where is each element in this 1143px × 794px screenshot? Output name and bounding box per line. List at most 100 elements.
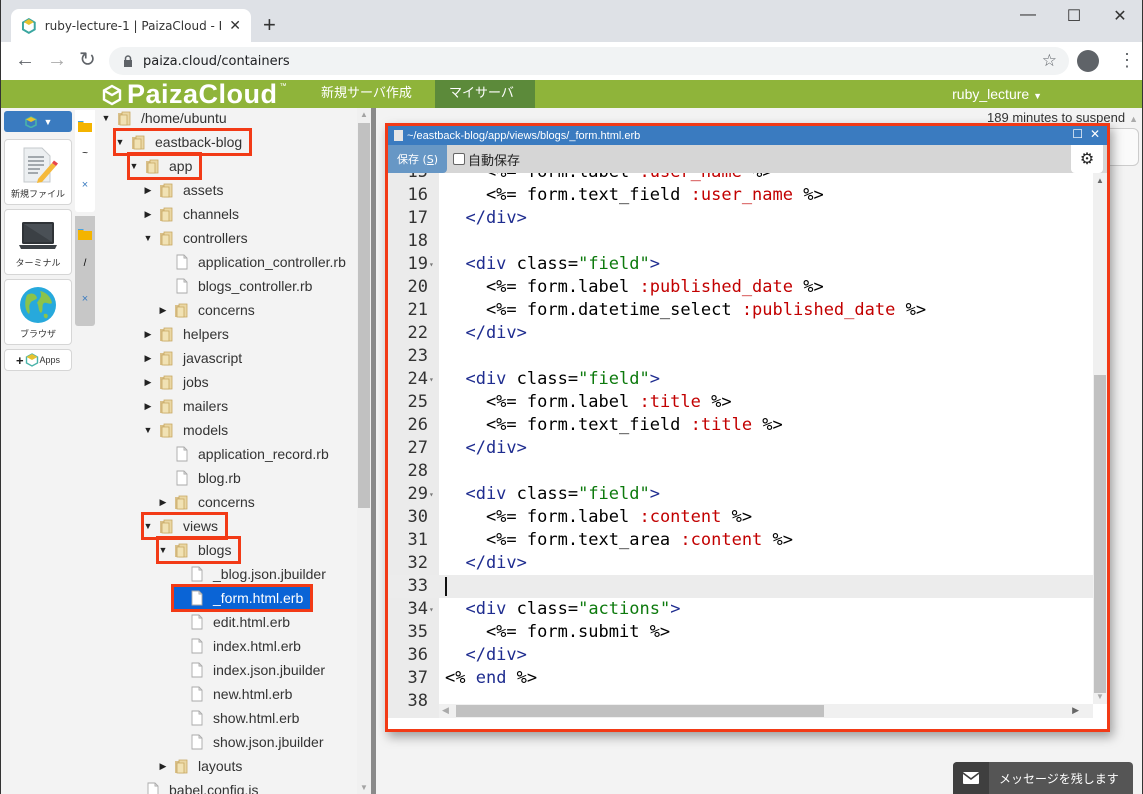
tree-folder[interactable]: ▶ channels bbox=[143, 202, 247, 226]
tree-folder[interactable]: ▼ controllers bbox=[143, 226, 256, 250]
code-line[interactable]: 22 </div> bbox=[388, 322, 1093, 345]
tree-file[interactable]: blog.rb bbox=[158, 466, 249, 490]
tree-folder[interactable]: ▼ app bbox=[126, 152, 203, 180]
maximize-button[interactable]: ☐ bbox=[1051, 6, 1097, 26]
project-menu-button[interactable]: ▼ bbox=[4, 111, 72, 132]
forward-button[interactable]: → bbox=[47, 50, 67, 70]
code-line[interactable]: 37 <% end %> bbox=[388, 667, 1093, 690]
scroll-up-icon[interactable]: ▲ bbox=[1096, 176, 1104, 185]
code-line[interactable]: 23 bbox=[388, 345, 1093, 368]
collapsed-caret-icon[interactable]: ▶ bbox=[143, 377, 153, 388]
expanded-caret-icon[interactable]: ▼ bbox=[143, 233, 153, 243]
code-line[interactable]: 30 <%= form.label :content %> bbox=[388, 506, 1093, 529]
code-line[interactable]: 29 ▾ <div class="field"> bbox=[388, 483, 1093, 506]
tree-file[interactable]: application_record.rb bbox=[158, 442, 337, 466]
expanded-caret-icon[interactable]: ▼ bbox=[143, 521, 153, 531]
expanded-caret-icon[interactable]: ▼ bbox=[115, 137, 125, 147]
scrollbar-thumb[interactable] bbox=[358, 123, 370, 508]
tree-folder[interactable]: ▶ javascript bbox=[143, 346, 250, 370]
tree-file[interactable]: index.html.erb bbox=[173, 634, 309, 658]
tree-folder[interactable]: ▶ mailers bbox=[143, 394, 236, 418]
file-tree-scrollbar[interactable]: ▲ ▼ bbox=[357, 108, 371, 794]
tree-file[interactable]: application_controller.rb bbox=[158, 250, 354, 274]
url-input[interactable]: paiza.cloud/containers ☆ bbox=[109, 47, 1069, 75]
browser-button[interactable]: ブラウザ bbox=[4, 279, 72, 345]
tree-file[interactable]: new.html.erb bbox=[173, 682, 300, 706]
code-line[interactable]: 17 </div> bbox=[388, 207, 1093, 230]
user-menu[interactable]: ruby_lecture ▼ bbox=[952, 80, 1042, 108]
new-tab-button[interactable]: + bbox=[263, 14, 276, 36]
nav-my-server[interactable]: マイサーバ bbox=[435, 80, 535, 108]
close-tab-icon[interactable]: × bbox=[82, 179, 88, 191]
tree-folder[interactable]: ▼ /home/ubuntu bbox=[101, 108, 235, 130]
tree-file[interactable]: babel.config.js bbox=[129, 778, 267, 794]
autosave-toggle[interactable]: 自動保存 bbox=[453, 150, 520, 169]
fold-toggle-icon[interactable]: ▾ bbox=[429, 483, 434, 506]
tree-folder[interactable]: ▶ assets bbox=[143, 178, 231, 202]
tree-file[interactable]: show.json.jbuilder bbox=[173, 730, 332, 754]
tree-file[interactable]: edit.html.erb bbox=[173, 610, 298, 634]
collapsed-caret-icon[interactable]: ▶ bbox=[143, 401, 153, 412]
profile-avatar-icon[interactable] bbox=[1077, 50, 1099, 72]
close-editor-button[interactable]: ✕ bbox=[1090, 127, 1100, 141]
collapsed-caret-icon[interactable]: ▶ bbox=[143, 185, 153, 196]
code-line[interactable]: 31 <%= form.text_area :content %> bbox=[388, 529, 1093, 552]
save-button[interactable]: 保存 (S) bbox=[388, 145, 447, 173]
tree-folder[interactable]: ▼ views bbox=[140, 512, 229, 540]
scrollbar-thumb[interactable] bbox=[1094, 375, 1106, 693]
collapsed-caret-icon[interactable]: ▶ bbox=[158, 497, 168, 508]
code-line[interactable]: 27 </div> bbox=[388, 437, 1093, 460]
tree-folder[interactable]: ▶ jobs bbox=[143, 370, 217, 394]
fold-toggle-icon[interactable]: ▾ bbox=[429, 253, 434, 276]
paiza-logo[interactable]: PaizaCloud ™ bbox=[101, 79, 287, 110]
panel-splitter[interactable] bbox=[371, 108, 376, 794]
expanded-caret-icon[interactable]: ▼ bbox=[129, 161, 139, 171]
tree-file[interactable]: index.json.jbuilder bbox=[173, 658, 333, 682]
tree-folder[interactable]: ▶ layouts bbox=[158, 754, 250, 778]
editor-titlebar[interactable]: ~/eastback-blog/app/views/blogs/_form.ht… bbox=[388, 126, 1107, 145]
code-line[interactable]: 32 </div> bbox=[388, 552, 1093, 575]
tree-folder[interactable]: ▶ concerns bbox=[158, 298, 263, 322]
close-tab-icon[interactable]: ✕ bbox=[229, 17, 241, 34]
gear-icon[interactable]: ⚙ bbox=[1071, 145, 1103, 173]
nav-new-server[interactable]: 新規サーバ作成 bbox=[307, 80, 426, 108]
collapsed-caret-icon[interactable]: ▶ bbox=[158, 305, 168, 316]
bookmark-star-icon[interactable]: ☆ bbox=[1042, 51, 1057, 71]
code-line[interactable]: 18 bbox=[388, 230, 1093, 253]
tree-folder[interactable]: ▼ blogs bbox=[155, 536, 242, 564]
editor-vertical-scrollbar[interactable]: ▲ ▼ bbox=[1093, 173, 1107, 704]
browser-tab[interactable]: ruby-lecture-1 | PaizaCloud - Inst ✕ bbox=[11, 9, 251, 42]
code-line[interactable]: 34 ▾ <div class="actions"> bbox=[388, 598, 1093, 621]
terminal-button[interactable]: ターミナル bbox=[4, 209, 72, 275]
scrollbar-thumb[interactable] bbox=[456, 705, 824, 717]
autosave-checkbox[interactable] bbox=[453, 153, 465, 165]
scroll-up-icon[interactable]: ▲ bbox=[1129, 114, 1138, 124]
scroll-left-icon[interactable]: ◀ bbox=[442, 705, 449, 716]
editor-horizontal-scrollbar[interactable]: ◀ ▶ bbox=[439, 704, 1093, 718]
code-editor[interactable]: 15 <%= form.label :user_name %>16 <%= fo… bbox=[388, 173, 1107, 718]
code-line[interactable]: 15 <%= form.label :user_name %> bbox=[388, 173, 1093, 184]
code-line[interactable]: 35 <%= form.submit %> bbox=[388, 621, 1093, 644]
code-line[interactable]: 16 <%= form.text_field :user_name %> bbox=[388, 184, 1093, 207]
expanded-caret-icon[interactable]: ▼ bbox=[143, 425, 153, 435]
back-button[interactable]: ← bbox=[15, 50, 35, 70]
minimize-button[interactable]: — bbox=[1005, 6, 1051, 24]
expanded-caret-icon[interactable]: ▼ bbox=[101, 113, 111, 123]
code-line[interactable]: 20 <%= form.label :published_date %> bbox=[388, 276, 1093, 299]
code-line[interactable]: 24 ▾ <div class="field"> bbox=[388, 368, 1093, 391]
scroll-down-icon[interactable]: ▼ bbox=[1096, 692, 1104, 701]
collapsed-caret-icon[interactable]: ▶ bbox=[158, 761, 168, 772]
tree-folder[interactable]: ▼ eastback-blog bbox=[112, 128, 253, 156]
tree-file[interactable]: show.html.erb bbox=[173, 706, 307, 730]
code-line[interactable]: 33 bbox=[388, 575, 1093, 598]
scroll-down-icon[interactable]: ▼ bbox=[360, 783, 368, 792]
close-tab-icon[interactable]: × bbox=[82, 293, 88, 305]
vtab-root[interactable]: / × bbox=[75, 216, 95, 326]
tree-folder[interactable]: ▶ concerns bbox=[158, 490, 263, 514]
leave-message-button[interactable]: メッセージを残します bbox=[953, 762, 1133, 794]
reload-button[interactable]: ↻ bbox=[79, 50, 96, 70]
fold-toggle-icon[interactable]: ▾ bbox=[429, 598, 434, 621]
code-line[interactable]: 28 bbox=[388, 460, 1093, 483]
code-line[interactable]: 36 </div> bbox=[388, 644, 1093, 667]
tree-file[interactable]: _blog.json.jbuilder bbox=[173, 562, 334, 586]
